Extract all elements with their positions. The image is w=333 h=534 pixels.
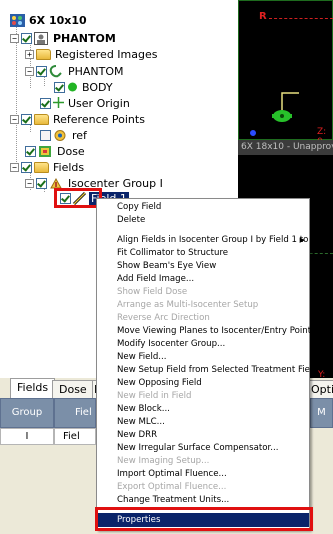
menu-item-import-optimal-fluence[interactable]: Import Optimal Fluence... xyxy=(97,468,309,481)
tree-node-fields[interactable]: − Fields xyxy=(10,159,84,175)
isocenter-group-checkbox[interactable] xyxy=(36,177,47,189)
tree-node-ref[interactable]: ref xyxy=(40,127,87,143)
menu-item-new-imaging-setup: New Imaging Setup... xyxy=(117,456,210,466)
menu-item-export-optimal-fluence: Export Optimal Fluence... xyxy=(117,482,227,492)
menu-item-new-field-in-field: New Field in Field xyxy=(117,391,192,401)
structure-set-checkbox[interactable] xyxy=(36,65,47,77)
menu-item-new-mlc[interactable]: New MLC... xyxy=(97,416,309,429)
collapse-toggle[interactable]: − xyxy=(10,33,19,43)
grid-cell-field[interactable]: Fiel xyxy=(54,428,96,445)
menu-item-delete[interactable]: Delete xyxy=(97,214,309,227)
viewer-status-bar: 6X 18x10 - Unapprove xyxy=(238,140,333,155)
grid-header-m[interactable]: M xyxy=(310,398,333,428)
plan-icon xyxy=(10,13,26,27)
origin-crosshair-icon xyxy=(53,96,65,110)
user-origin-checkbox[interactable] xyxy=(40,97,51,109)
reference-point-icon xyxy=(53,129,69,142)
dose-icon xyxy=(38,145,54,158)
fields-label: Fields xyxy=(53,160,85,174)
menu-item-show-bev[interactable]: Show Beam's Eye View xyxy=(97,260,309,273)
tree-node-structure-set[interactable]: − PHANTOM xyxy=(25,63,124,79)
phantom-label: PHANTOM xyxy=(53,31,116,45)
dose-label: Dose xyxy=(57,144,85,158)
tree-node-reference-points[interactable]: − Reference Points xyxy=(10,111,145,127)
structure-set-label: PHANTOM xyxy=(68,64,124,78)
structure-dot-icon xyxy=(67,81,79,94)
tree-node-dose[interactable]: Dose xyxy=(25,143,85,159)
menu-item-change-treatment-units[interactable]: Change Treatment Units... xyxy=(97,494,309,507)
properties-highlight-box xyxy=(95,507,313,531)
viewer-top-pane[interactable]: R Z: 0 xyxy=(238,0,333,147)
menu-item-show-field-dose: Show Field Dose xyxy=(117,287,188,297)
tab-fields[interactable]: Fields xyxy=(10,378,56,398)
folder-icon xyxy=(36,48,52,61)
menu-item-modify-isocenter-group[interactable]: Modify Isocenter Group... xyxy=(97,338,309,351)
dose-checkbox[interactable] xyxy=(25,145,36,157)
grid-header-group[interactable]: Group xyxy=(0,398,54,428)
reference-points-label: Reference Points xyxy=(53,112,145,126)
user-origin-label: User Origin xyxy=(68,96,130,110)
expand-toggle[interactable]: + xyxy=(25,49,34,59)
menu-item-new-compensator[interactable]: New Irregular Surface Compensator... xyxy=(97,442,309,455)
grid-header-field[interactable]: Fiel xyxy=(54,398,96,428)
context-menu: Copy Field Delete Align Fields in Isocen… xyxy=(96,198,318,530)
tree-node-body[interactable]: BODY xyxy=(54,79,113,95)
fields-checkbox[interactable] xyxy=(21,161,32,173)
viewer-dashed-line xyxy=(269,18,333,19)
tree-node-plan[interactable]: 6X 10x10 xyxy=(10,12,87,28)
registered-images-label: Registered Images xyxy=(55,47,158,61)
reference-points-checkbox[interactable] xyxy=(21,113,32,125)
tab-optimization[interactable]: Opti xyxy=(308,380,333,398)
folder-icon xyxy=(34,161,50,174)
ref-checkbox[interactable] xyxy=(40,129,51,141)
menu-item-new-drr[interactable]: New DRR xyxy=(97,429,309,442)
tree-node-registered-images[interactable]: + Registered Images xyxy=(25,46,157,62)
menu-item-new-setup-field[interactable]: New Setup Field from Selected Treatment … xyxy=(97,364,318,377)
menu-item-new-opposing-field[interactable]: New Opposing Field xyxy=(97,377,309,390)
menu-item-align-fields-label: Align Fields in Isocenter Group I by Fie… xyxy=(117,235,309,245)
submenu-arrow-icon: ▶ xyxy=(299,236,305,244)
structure-set-icon xyxy=(49,64,65,78)
patient-icon xyxy=(34,31,50,45)
menu-item-new-block[interactable]: New Block... xyxy=(97,403,309,416)
menu-item-arrange-multi-isocenter: Arrange as Multi-Isocenter Setup xyxy=(117,300,259,310)
tab-dose[interactable]: Dose xyxy=(52,380,94,398)
menu-item-new-field[interactable]: New Field... xyxy=(97,351,309,364)
menu-item-add-field-image[interactable]: Add Field Image... xyxy=(97,273,309,286)
collapse-toggle[interactable]: − xyxy=(25,178,34,188)
menu-item-reverse-arc: Reverse Arc Direction xyxy=(117,313,210,323)
folder-icon xyxy=(34,113,50,126)
collapse-toggle[interactable]: − xyxy=(10,114,19,124)
isocenter-graphic xyxy=(250,92,299,136)
menu-item-copy-field[interactable]: Copy Field xyxy=(97,201,309,214)
collapse-toggle[interactable]: − xyxy=(10,162,19,172)
body-label: BODY xyxy=(82,80,113,94)
tree-node-phantom[interactable]: − PHANTOM xyxy=(10,30,116,46)
menu-item-move-viewing-planes[interactable]: Move Viewing Planes to Isocenter/Entry P… xyxy=(97,325,311,338)
plan-label: 6X 10x10 xyxy=(29,13,87,27)
grid-cell-group[interactable]: I xyxy=(0,428,54,445)
menu-item-fit-collimator[interactable]: Fit Collimator to Structure xyxy=(97,247,309,260)
tree-node-user-origin[interactable]: User Origin xyxy=(40,95,130,111)
field-1-highlight-box xyxy=(54,188,102,208)
body-checkbox[interactable] xyxy=(54,81,65,93)
phantom-checkbox[interactable] xyxy=(21,32,32,44)
collapse-toggle[interactable]: − xyxy=(25,66,34,76)
orientation-marker-r: R xyxy=(259,11,267,22)
menu-item-align-fields[interactable]: Align Fields in Isocenter Group I by Fie… xyxy=(97,234,309,247)
ref-label: ref xyxy=(72,128,87,142)
